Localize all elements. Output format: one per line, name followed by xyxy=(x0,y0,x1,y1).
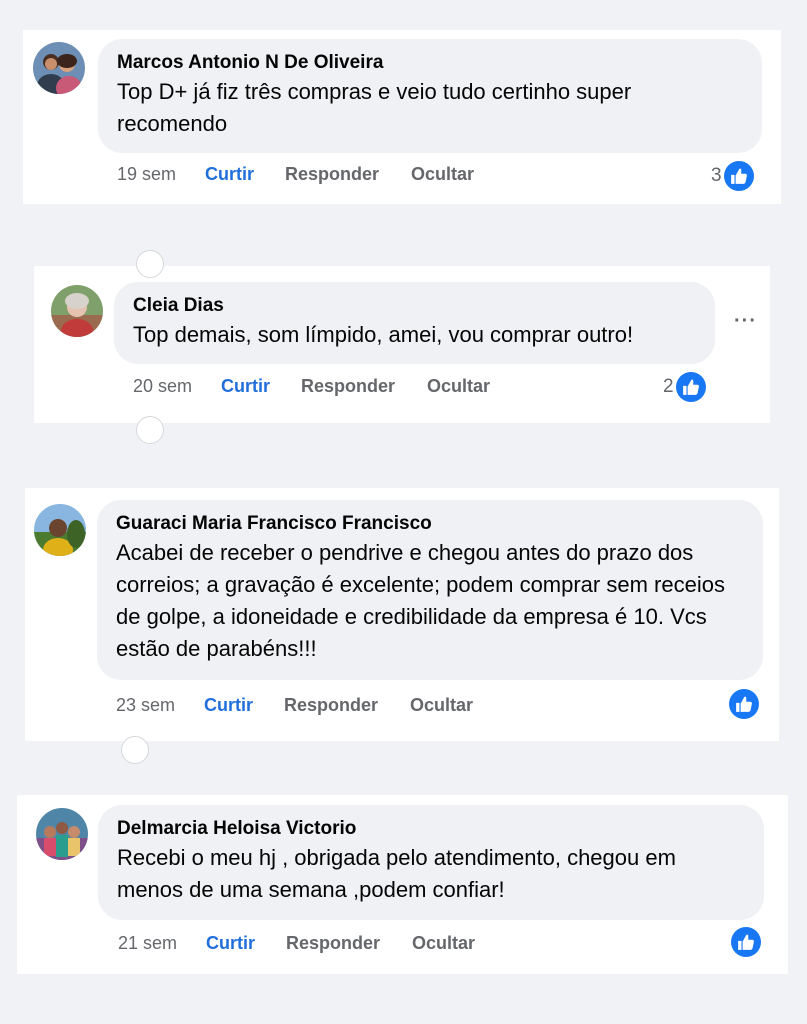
hide-button[interactable]: Ocultar xyxy=(411,164,474,185)
comment-author[interactable]: Guaraci Maria Francisco Francisco xyxy=(116,511,743,537)
comment-card: Cleia Dias Top demais, som límpido, amei… xyxy=(34,250,770,444)
reaction-summary[interactable]: 2 xyxy=(663,372,706,402)
reaction-count: 2 xyxy=(663,376,674,397)
like-button[interactable]: Curtir xyxy=(205,164,285,185)
comment-bubble: Marcos Antonio N De Oliveira Top D+ já f… xyxy=(98,39,762,153)
like-button[interactable]: Curtir xyxy=(206,933,286,954)
like-icon xyxy=(723,161,754,191)
reaction-count: 3 xyxy=(711,165,722,186)
reaction-summary[interactable]: 3 xyxy=(711,161,754,191)
comment-text: Top demais, som límpido, amei, vou compr… xyxy=(133,322,634,347)
comment-author[interactable]: Delmarcia Heloisa Victorio xyxy=(117,816,744,842)
reaction-summary[interactable] xyxy=(731,927,761,957)
comment-actions: 21 sem Curtir Responder Ocultar xyxy=(118,933,475,954)
comment-time[interactable]: 21 sem xyxy=(118,933,206,954)
thread-line-stub xyxy=(136,250,164,278)
like-button[interactable]: Curtir xyxy=(204,695,284,716)
hide-button[interactable]: Ocultar xyxy=(410,695,473,716)
comment-bubble: Cleia Dias Top demais, som límpido, amei… xyxy=(114,282,715,364)
hide-button[interactable]: Ocultar xyxy=(427,376,490,397)
reply-button[interactable]: Responder xyxy=(286,933,412,954)
comment-time[interactable]: 23 sem xyxy=(116,695,204,716)
comment-text: Acabei de receber o pendrive e chegou an… xyxy=(116,540,725,661)
comment-actions: 19 sem Curtir Responder Ocultar xyxy=(117,164,474,185)
thread-line-stub xyxy=(136,416,164,444)
comment-card: Delmarcia Heloisa Victorio Recebi o meu … xyxy=(17,795,788,974)
comment-actions: 23 sem Curtir Responder Ocultar xyxy=(116,695,473,716)
comment-time[interactable]: 20 sem xyxy=(133,376,221,397)
comment-card: Marcos Antonio N De Oliveira Top D+ já f… xyxy=(23,30,781,204)
comment-bubble: Delmarcia Heloisa Victorio Recebi o meu … xyxy=(98,805,764,920)
more-options-icon[interactable]: ··· xyxy=(734,310,757,333)
avatar[interactable] xyxy=(34,504,86,556)
comment-card: Guaraci Maria Francisco Francisco Acabei… xyxy=(25,488,779,764)
thread-line-stub xyxy=(121,736,149,764)
comment-author[interactable]: Cleia Dias xyxy=(133,293,695,319)
like-icon xyxy=(729,689,759,719)
reaction-summary[interactable] xyxy=(729,689,759,719)
comment-text: Recebi o meu hj , obrigada pelo atendime… xyxy=(117,845,676,902)
hide-button[interactable]: Ocultar xyxy=(412,933,475,954)
reply-button[interactable]: Responder xyxy=(285,164,411,185)
avatar[interactable] xyxy=(33,42,85,94)
comment-text: Top D+ já fiz três compras e veio tudo c… xyxy=(117,79,632,136)
comment-actions: 20 sem Curtir Responder Ocultar xyxy=(133,376,490,397)
comment-bubble: Guaraci Maria Francisco Francisco Acabei… xyxy=(97,500,763,680)
like-icon xyxy=(731,927,761,957)
like-icon xyxy=(675,372,706,402)
like-button[interactable]: Curtir xyxy=(221,376,301,397)
reply-button[interactable]: Responder xyxy=(301,376,427,397)
reply-button[interactable]: Responder xyxy=(284,695,410,716)
comment-author[interactable]: Marcos Antonio N De Oliveira xyxy=(117,50,742,76)
avatar[interactable] xyxy=(51,285,103,337)
comment-time[interactable]: 19 sem xyxy=(117,164,205,185)
avatar[interactable] xyxy=(36,808,88,860)
